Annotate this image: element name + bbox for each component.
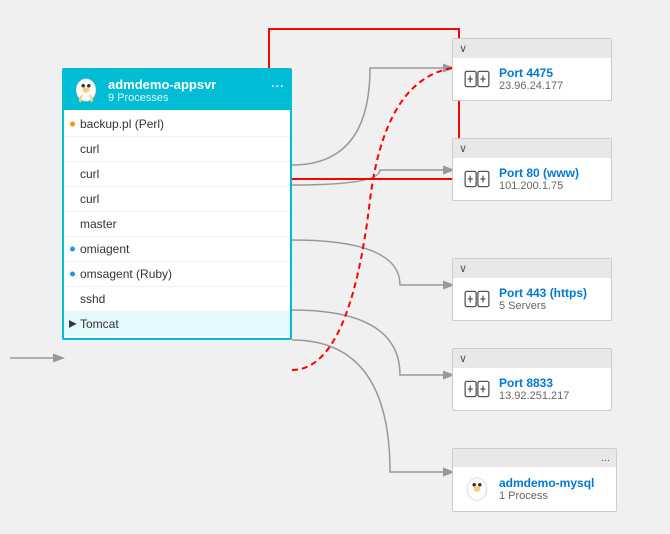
chevron-down-icon[interactable]: ∨ — [459, 262, 467, 275]
port-443-card: ∨ Port 443 (https) 5 Servers — [452, 258, 612, 321]
selection-box — [268, 28, 460, 180]
process-count: 9 Processes — [108, 92, 282, 104]
port-4475-card: ∨ Port 4475 23.96.24.177 — [452, 38, 612, 101]
port-icon — [463, 168, 491, 190]
process-item[interactable]: curl — [64, 187, 290, 212]
port-ip: 13.92.251.217 — [499, 390, 569, 402]
port-info: Port 443 (https) 5 Servers — [499, 286, 587, 312]
mysql-process-count: 1 Process — [499, 490, 594, 502]
port-ip: 23.96.24.177 — [499, 80, 563, 92]
port-card-header: ∨ — [453, 139, 611, 158]
port-info: Port 8833 13.92.251.217 — [499, 376, 569, 402]
mysql-info: admdemo-mysql 1 Process — [499, 476, 594, 502]
process-item[interactable]: omiagent — [64, 237, 290, 262]
process-list: backup.pl (Perl) curl curl curl master o… — [64, 110, 290, 338]
status-dot — [70, 247, 75, 252]
process-item[interactable]: backup.pl (Perl) — [64, 112, 290, 137]
port-ip: 101.200.1.75 — [499, 180, 579, 192]
main-server-card: admdemo-appsvr 9 Processes ... backup.pl… — [62, 68, 292, 340]
mysql-name[interactable]: admdemo-mysql — [499, 476, 594, 490]
port-name[interactable]: Port 8833 — [499, 376, 569, 390]
port-card-body: Port 80 (www) 101.200.1.75 — [453, 158, 611, 200]
port-card-header: ∨ — [453, 39, 611, 58]
port-info: Port 80 (www) 101.200.1.75 — [499, 166, 579, 192]
port-ip: 5 Servers — [499, 300, 587, 312]
port-name[interactable]: Port 4475 — [499, 66, 563, 80]
port-icon — [463, 288, 491, 310]
mysql-card-header: ... — [453, 449, 616, 467]
port-80-card: ∨ Port 80 (www) 101.200.1.75 — [452, 138, 612, 201]
port-info: Port 4475 23.96.24.177 — [499, 66, 563, 92]
server-info: admdemo-appsvr 9 Processes — [108, 77, 282, 104]
port-name[interactable]: Port 80 (www) — [499, 166, 579, 180]
status-dot — [70, 272, 75, 277]
process-item[interactable]: curl — [64, 137, 290, 162]
chevron-down-icon[interactable]: ∨ — [459, 142, 467, 155]
process-item[interactable]: sshd — [64, 287, 290, 312]
port-card-header: ∨ — [453, 259, 611, 278]
arrow-indicator: ▶ — [69, 319, 77, 330]
process-item[interactable]: master — [64, 212, 290, 237]
port-card-body: Port 4475 23.96.24.177 — [453, 58, 611, 100]
status-dot — [70, 122, 75, 127]
mysql-card-body: admdemo-mysql 1 Process — [453, 467, 616, 511]
process-item[interactable]: curl — [64, 162, 290, 187]
process-item[interactable]: omsagent (Ruby) — [64, 262, 290, 287]
chevron-down-icon[interactable]: ∨ — [459, 42, 467, 55]
linux-icon — [72, 76, 100, 104]
port-name[interactable]: Port 443 (https) — [499, 286, 587, 300]
card-menu-button[interactable]: ... — [601, 452, 610, 464]
port-icon — [463, 378, 491, 400]
port-8833-card: ∨ Port 8833 13.92.251.217 — [452, 348, 612, 411]
card-menu-button[interactable]: ... — [271, 74, 284, 92]
port-card-header: ∨ — [453, 349, 611, 368]
port-icon — [463, 68, 491, 90]
main-card-header: admdemo-appsvr 9 Processes ... — [64, 70, 290, 110]
port-card-body: Port 8833 13.92.251.217 — [453, 368, 611, 410]
linux-icon-small — [463, 475, 491, 503]
chevron-down-icon[interactable]: ∨ — [459, 352, 467, 365]
server-name: admdemo-appsvr — [108, 77, 282, 92]
process-item-tomcat[interactable]: ▶ Tomcat — [64, 312, 290, 336]
port-card-body: Port 443 (https) 5 Servers — [453, 278, 611, 320]
mysql-card: ... admdemo-mysql 1 Process — [452, 448, 617, 512]
